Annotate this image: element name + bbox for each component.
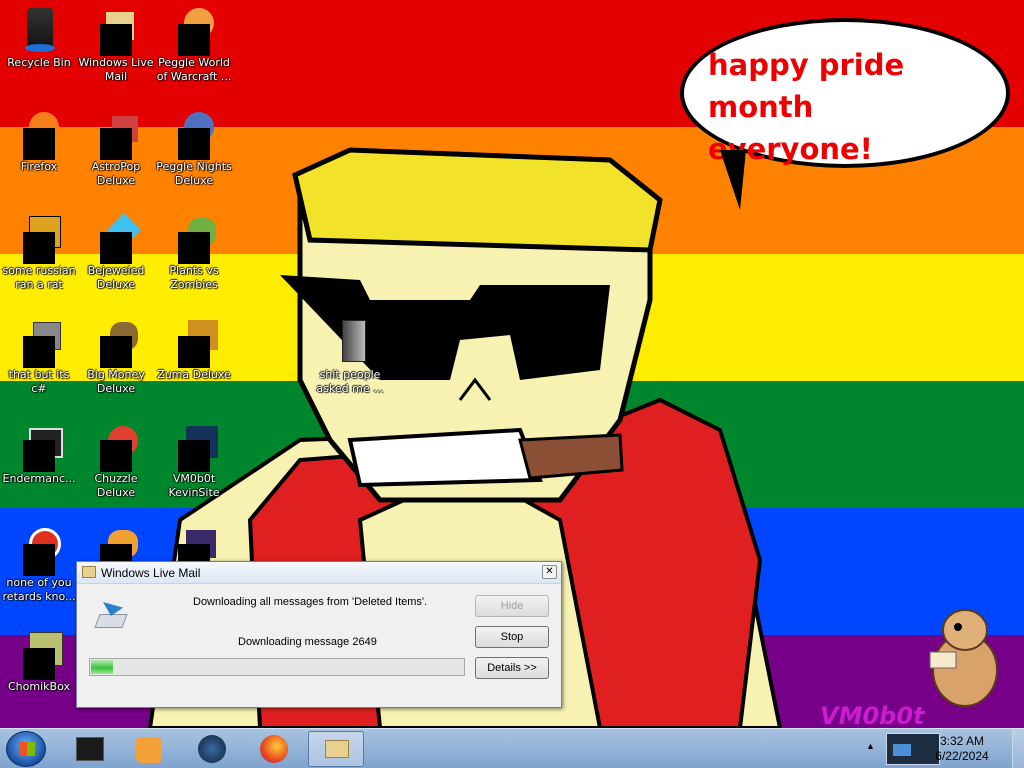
redaction-box <box>23 440 55 472</box>
chomikbox-icon <box>15 630 63 680</box>
desktop-icon-peggle-nights-deluxe[interactable]: Peggle Nights Deluxe <box>156 110 232 188</box>
progress-bar-fill <box>91 660 113 674</box>
clock-date: 6/22/2024 <box>935 749 989 763</box>
redaction-box <box>100 24 132 56</box>
firefox-icon <box>260 735 288 763</box>
hamster-image <box>929 609 998 707</box>
details-button[interactable]: Details >> <box>475 657 549 679</box>
desktop-icon-vm0b0t-kevinsite[interactable]: VM0b0t KevinSite <box>156 422 232 500</box>
chrome-like-icon <box>15 526 63 576</box>
media-player-icon <box>136 737 162 763</box>
show-hidden-icons-button[interactable]: ▲ <box>866 741 875 751</box>
plants-vs-zombies-icon <box>170 214 218 264</box>
redaction-box <box>178 128 210 160</box>
show-desktop-button[interactable] <box>1012 729 1024 768</box>
russian-rat-icon <box>15 214 63 264</box>
recycle-bin-icon <box>15 6 63 54</box>
bejeweled-icon <box>92 213 141 264</box>
folder-icon <box>326 318 374 366</box>
send-receive-icon <box>94 600 129 634</box>
desktop-icon-endermanch[interactable]: Endermanc... <box>1 422 77 486</box>
desktop-icon-zuma-deluxe[interactable]: Zuma Deluxe <box>156 318 232 382</box>
redaction-box <box>178 232 210 264</box>
desktop-icon-firefox[interactable]: Firefox <box>1 110 77 174</box>
redaction-box <box>100 336 132 368</box>
desktop-icon-peggle-world-of-warcraft[interactable]: Peggle World of Warcraft ... <box>156 6 232 84</box>
dialog-titlebar[interactable]: Windows Live Mail ✕ <box>77 562 561 584</box>
redaction-box <box>100 232 132 264</box>
firefox-icon <box>15 110 63 160</box>
taskbar-item-windows-live-mail[interactable] <box>308 731 364 767</box>
taskbar-item-dark-app[interactable] <box>62 731 118 767</box>
desktop-icon-plants-vs-zombies[interactable]: Plants vs Zombies <box>156 214 232 292</box>
clock-time: 3:32 AM <box>939 734 985 748</box>
dark-app-icon <box>76 737 104 761</box>
peggle-wow-icon <box>170 6 218 56</box>
zuma-icon <box>170 318 218 368</box>
astropop-icon <box>92 110 140 160</box>
chuzzle-icon <box>92 422 140 472</box>
desktop-icon-some-russian-ran-a-rat[interactable]: some russian ran a rat <box>1 214 77 292</box>
desktop-icon-recycle-bin[interactable]: Recycle Bin <box>1 6 77 70</box>
redaction-box <box>178 440 210 472</box>
windows-live-mail-dialog: Windows Live Mail ✕ Downloading all mess… <box>76 561 562 708</box>
desktop-icon-big-money-deluxe[interactable]: Big Money Deluxe <box>78 318 154 396</box>
redaction-box <box>178 24 210 56</box>
redaction-box <box>23 336 55 368</box>
taskbar-item-firefox[interactable] <box>246 731 302 767</box>
big-money-icon <box>92 318 140 368</box>
redaction-box <box>23 648 55 680</box>
vm0b0t-icon <box>170 422 218 472</box>
tray-monitor-icon <box>893 744 911 756</box>
stop-button[interactable]: Stop <box>475 626 549 648</box>
windows-live-mail-icon <box>92 6 140 56</box>
dialog-title: Windows Live Mail <box>101 566 201 580</box>
speech-bubble-tail <box>720 150 746 210</box>
desktop-icon-none-of-you-know[interactable]: none of you retards kno... <box>1 526 77 604</box>
endermanch-icon <box>15 422 63 472</box>
mail-app-icon <box>82 566 96 578</box>
system-clock[interactable]: 3:32 AM 6/22/2024 <box>922 734 1002 764</box>
peggle-nights-icon <box>170 110 218 160</box>
windows-live-mail-icon <box>325 740 349 758</box>
redaction-box <box>100 440 132 472</box>
close-button[interactable]: ✕ <box>542 565 557 579</box>
speech-bubble-text: happy pride month everyone! <box>708 44 1006 170</box>
desktop-icon-bejeweled-deluxe[interactable]: Bejeweled Deluxe <box>78 213 154 292</box>
taskbar-item-media-player[interactable] <box>122 731 178 767</box>
close-icon: ✕ <box>545 566 554 577</box>
speech-bubble: happy pride month everyone! <box>680 18 1010 168</box>
desktop-icon-astropop-deluxe[interactable]: AstroPop Deluxe <box>78 110 154 188</box>
desktop-icon-windows-live-mail[interactable]: Windows Live Mail <box>78 6 154 84</box>
windows-logo-icon <box>19 742 35 756</box>
c-sharp-icon <box>15 318 63 368</box>
start-button[interactable] <box>6 731 46 767</box>
redaction-box <box>178 336 210 368</box>
taskbar: ▲ 3:32 AM 6/22/2024 <box>0 728 1024 768</box>
download-progress-bar <box>89 658 465 676</box>
desktop-icon-chomikbox[interactable]: ChomikBox <box>1 630 77 694</box>
desktop-icon-chuzzle-deluxe[interactable]: Chuzzle Deluxe <box>78 422 154 500</box>
bubble-line-2: everyone! <box>708 132 873 166</box>
dialog-status-text: Downloading all messages from 'Deleted I… <box>193 596 428 608</box>
redaction-box <box>23 544 55 576</box>
desktop-icon-that-but-its-c-sharp[interactable]: that but its c# <box>1 318 77 396</box>
redaction-box <box>23 232 55 264</box>
desktop-icon-folder[interactable]: shit people asked me ... <box>312 318 388 396</box>
chevron-up-icon: ▲ <box>866 741 875 751</box>
bubble-line-1: happy pride month <box>708 48 905 124</box>
dialog-detail-text: Downloading message 2649 <box>238 636 377 648</box>
vm0b0t-watermark: VM0b0t <box>820 702 925 730</box>
redaction-box <box>23 128 55 160</box>
taskbar-item-globe[interactable] <box>184 731 240 767</box>
globe-icon <box>198 735 226 763</box>
redaction-box <box>100 128 132 160</box>
hide-button[interactable]: Hide <box>475 595 549 617</box>
